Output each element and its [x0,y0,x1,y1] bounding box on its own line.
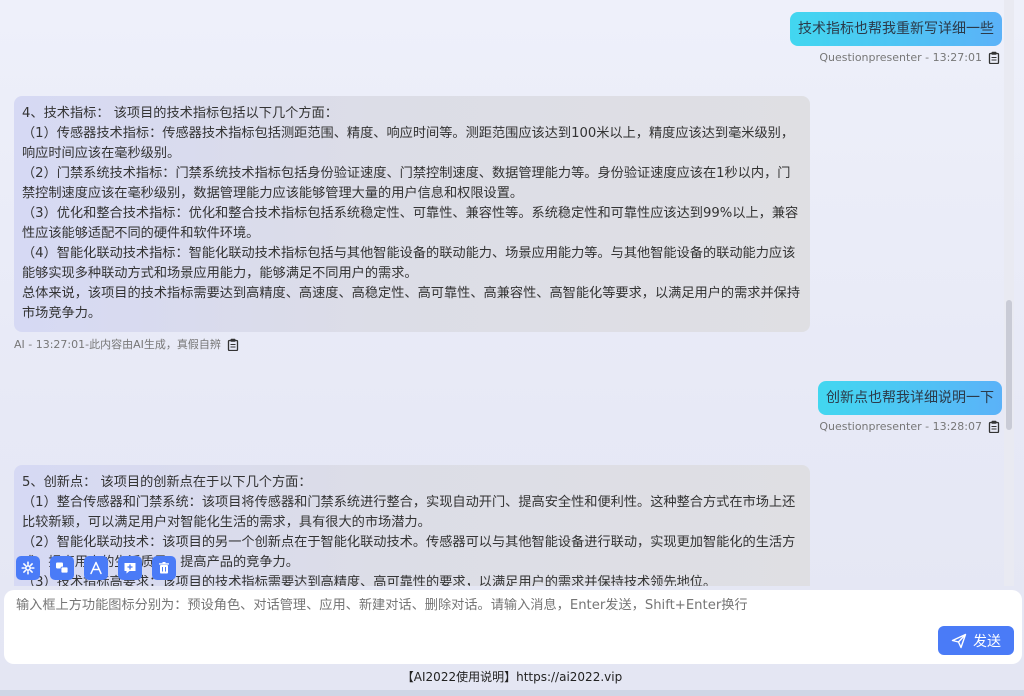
ai-message-line: （3）优化和整合技术指标：优化和整合技术指标包括系统稳定性、可靠性、兼容性等。系… [22,206,799,241]
preset-role-button[interactable] [16,556,40,580]
send-button[interactable]: 发送 [938,626,1014,655]
ai-message-line: （2）门禁系统技术指标：门禁系统技术指标包括身份验证速度、门禁控制速度、数据管理… [22,166,791,201]
message-meta-text: AI - 13:27:01-此内容由AI生成，真假自辨 [14,338,221,351]
gear-icon [21,561,35,575]
delete-icon [159,562,169,574]
ai-message-line: （1）传感器技术指标：传感器技术指标包括测距范围、精度、响应时间等。测距范围应该… [22,126,795,161]
input-toolbar [16,556,176,580]
apps-button[interactable] [84,556,108,580]
message-input-container: 发送 [4,590,1022,664]
ai-message-line: 5、创新点： 该项目的创新点在于以下几个方面： [22,475,312,490]
message-meta-text: Questionpresenter - 13:28:07 [819,420,982,433]
ai-message-line: （1）整合传感器和门禁系统：该项目将传感器和门禁系统进行整合，实现自动开门、提高… [22,495,796,530]
user-message-bubble: 创新点也帮我详细说明一下 [818,381,1002,415]
send-icon [951,633,967,648]
scrollbar[interactable] [1004,0,1014,586]
ai-message-line: 4、技术指标： 该项目的技术指标包括以下几个方面： [22,106,338,121]
user-message-bubble: 技术指标也帮我重新写详细一些 [790,12,1002,46]
user-message-meta: Questionpresenter - 13:28:07 [819,420,1000,434]
ai-message-meta: AI - 13:27:01-此内容由AI生成，真假自辨 [14,336,239,352]
message-meta-text: Questionpresenter - 13:27:01 [819,51,982,64]
copy-icon[interactable] [227,338,239,351]
message-input[interactable] [16,598,916,613]
copy-icon[interactable] [988,51,1000,65]
delete-chat-button[interactable] [152,556,176,580]
footer-text[interactable]: 【AI2022使用说明】https://ai2022.vip [402,670,622,684]
conversation-icon [56,562,69,574]
user-message-text: 创新点也帮我详细说明一下 [826,390,994,406]
ai-message-line: 总体来说，该项目的技术指标需要达到高精度、高速度、高稳定性、高可靠性、高兼容性、… [22,286,801,321]
send-button-label: 发送 [973,633,1001,650]
taskbar [0,690,1024,696]
scrollbar-thumb[interactable] [1006,300,1012,430]
apps-icon [90,561,102,575]
ai-message-bubble: 4、技术指标： 该项目的技术指标包括以下几个方面： （1）传感器技术指标：传感器… [14,96,810,332]
chat-area: 技术指标也帮我重新写详细一些 Questionpresenter - 13:27… [0,0,1014,586]
ai-message-line: （4）智能化联动技术指标：智能化联动技术指标包括与其他智能设备的联动能力、场景应… [22,246,796,281]
user-message-meta: Questionpresenter - 13:27:01 [819,51,1000,65]
conversation-manage-button[interactable] [50,556,74,580]
user-message-text: 技术指标也帮我重新写详细一些 [798,21,994,37]
footer-link[interactable]: 【AI2022使用说明】https://ai2022.vip [0,668,1024,685]
copy-icon[interactable] [988,420,1000,434]
new-chat-button[interactable] [118,556,142,580]
new-chat-icon [124,563,136,574]
